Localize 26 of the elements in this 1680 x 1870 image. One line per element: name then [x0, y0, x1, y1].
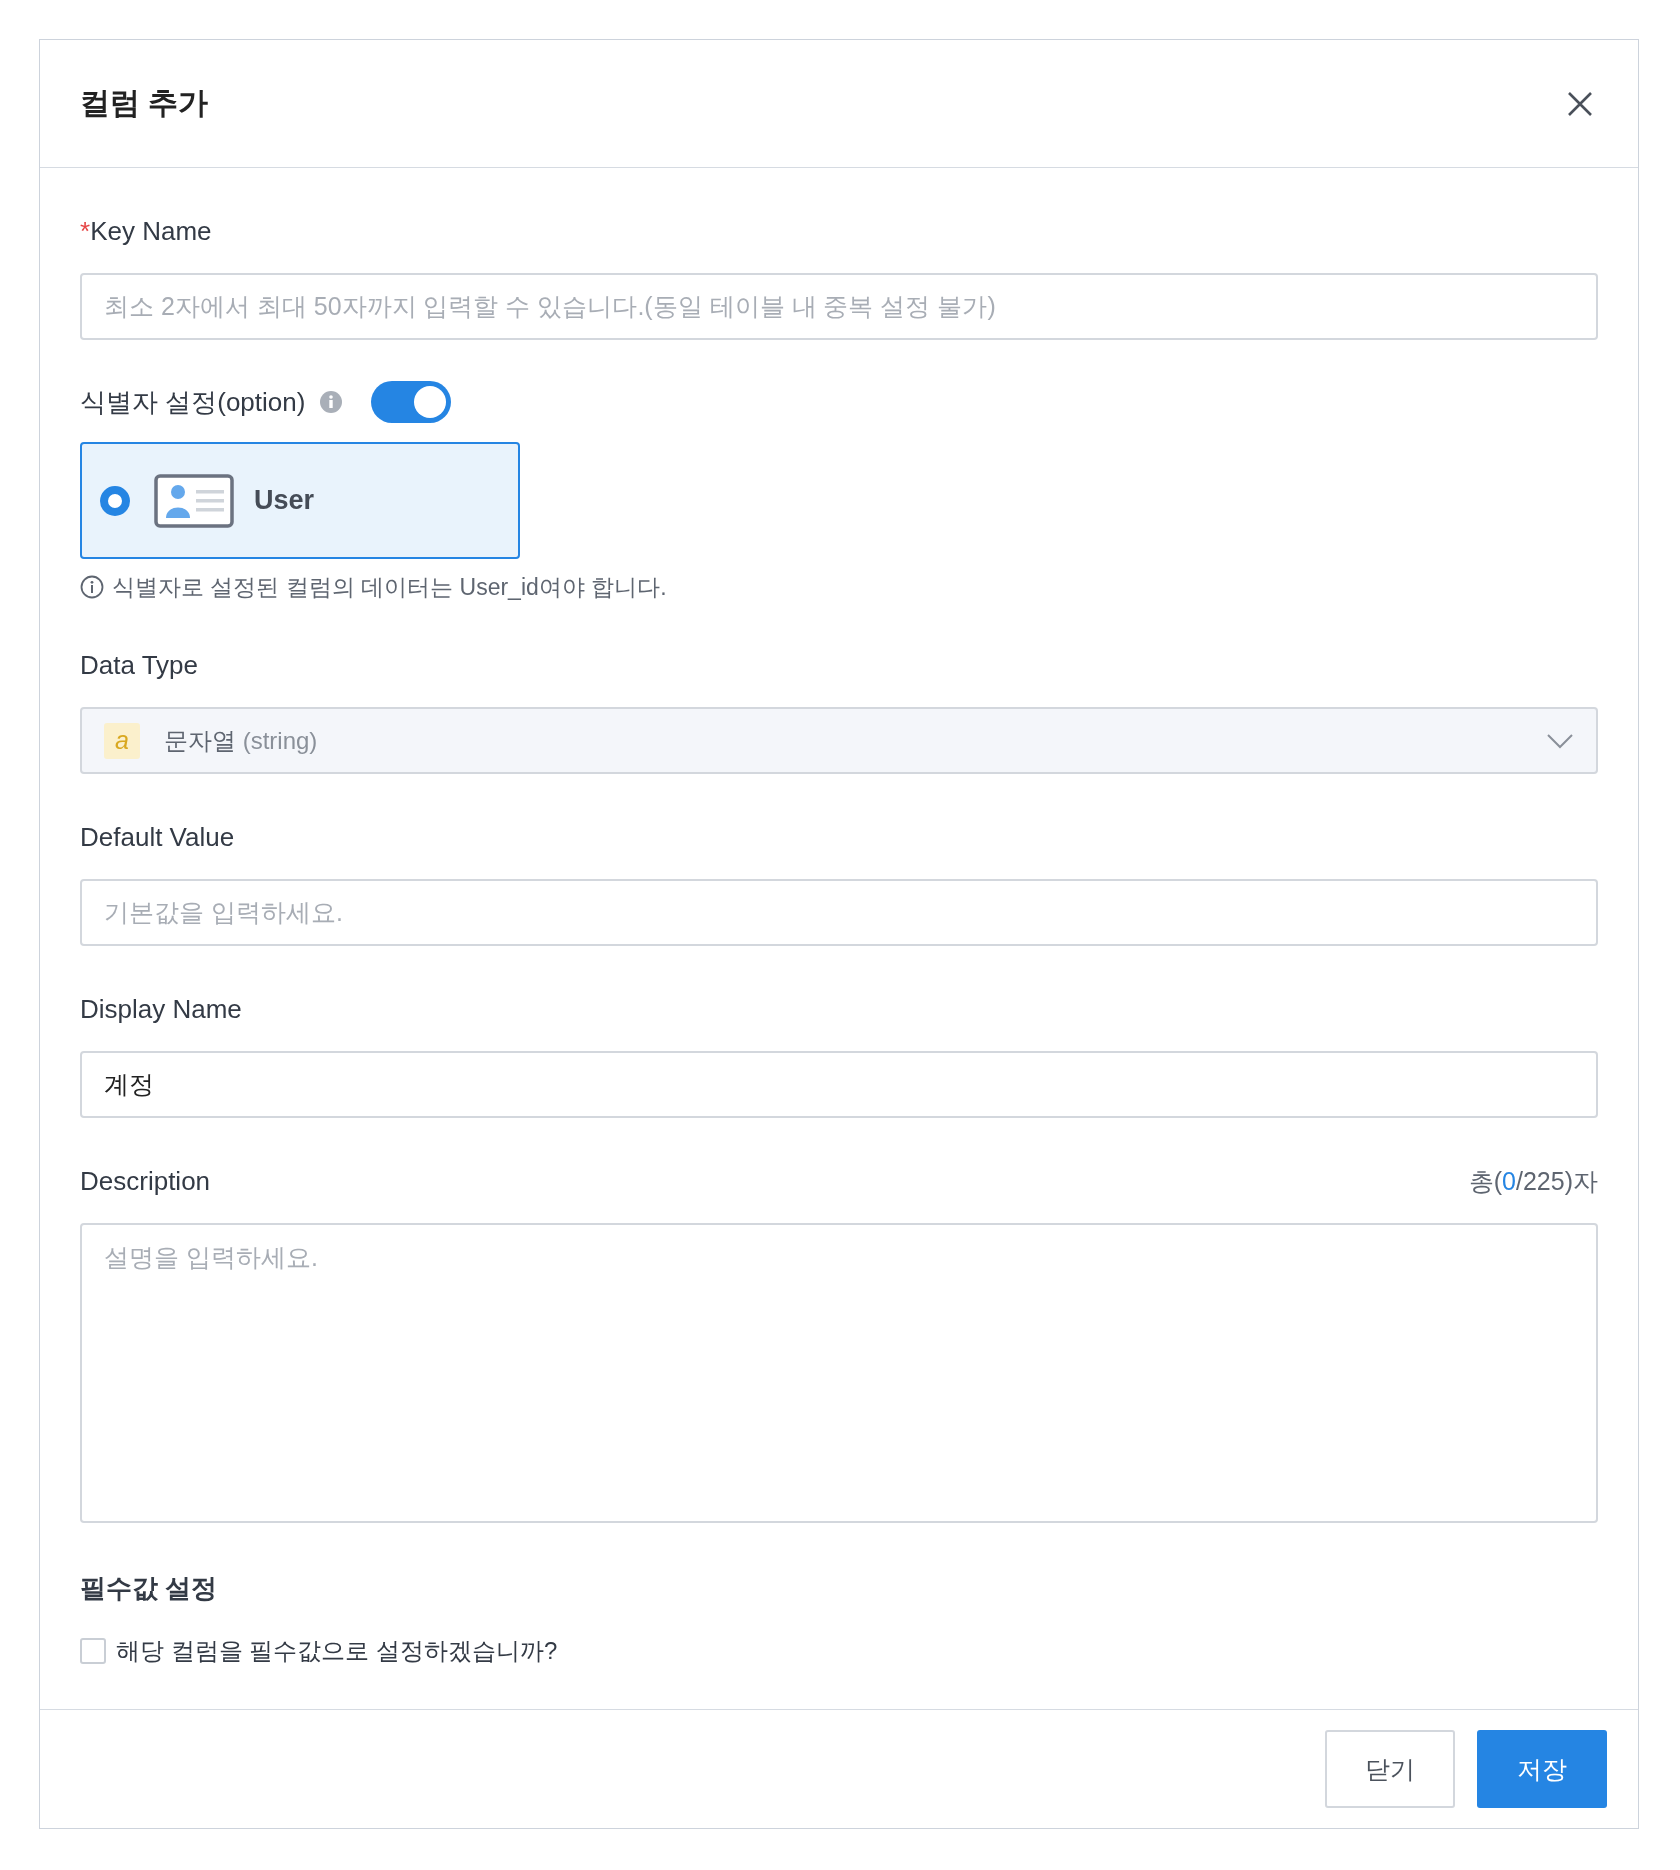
info-icon	[319, 390, 344, 414]
character-counter: 총(0/225)자	[1468, 1165, 1598, 1197]
data-type-dropdown[interactable]: a 문자열 (string)	[80, 707, 1598, 774]
display-name-field[interactable]: 계정	[80, 1051, 1598, 1118]
id-card-icon	[154, 473, 234, 528]
chevron-down-icon	[1546, 732, 1574, 749]
field-label: 식별자 설정(option)	[80, 386, 306, 419]
close-button[interactable]: 닫기	[1325, 1730, 1455, 1808]
key-name-field[interactable]: 최소 2자에서 최대 50자까지 입력할 수 있습니다.(동일 테이블 내 중복 설정 불가)	[80, 273, 1598, 340]
identifier-toggle[interactable]	[371, 381, 452, 423]
field-label: Data Type	[80, 649, 200, 682]
save-button[interactable]: 저장	[1477, 1730, 1607, 1808]
info-icon	[80, 575, 104, 599]
field-label: *Key Name	[80, 215, 213, 248]
field-label: Display Name	[80, 993, 243, 1026]
field-label: Default Value	[80, 821, 236, 854]
field-label: Description	[80, 1165, 211, 1198]
radio-button[interactable]	[100, 485, 130, 516]
section-label: 필수값 설정	[80, 1572, 219, 1605]
dialog-title: 컬럼 추가	[80, 85, 209, 121]
identifier-option[interactable]: User	[80, 442, 520, 559]
helper-text: 식별자로 설정된 컬럼의 데이터는 User_id여야 합니다.	[112, 573, 667, 602]
checkbox-label: 해당 컬럼을 필수값으로 설정하겠습니까?	[116, 1636, 558, 1666]
description-field[interactable]: 설명을 입력하세요.	[80, 1223, 1598, 1523]
default-value-field[interactable]: 기본값을 입력하세요.	[80, 879, 1598, 946]
checkbox[interactable]	[80, 1638, 106, 1664]
